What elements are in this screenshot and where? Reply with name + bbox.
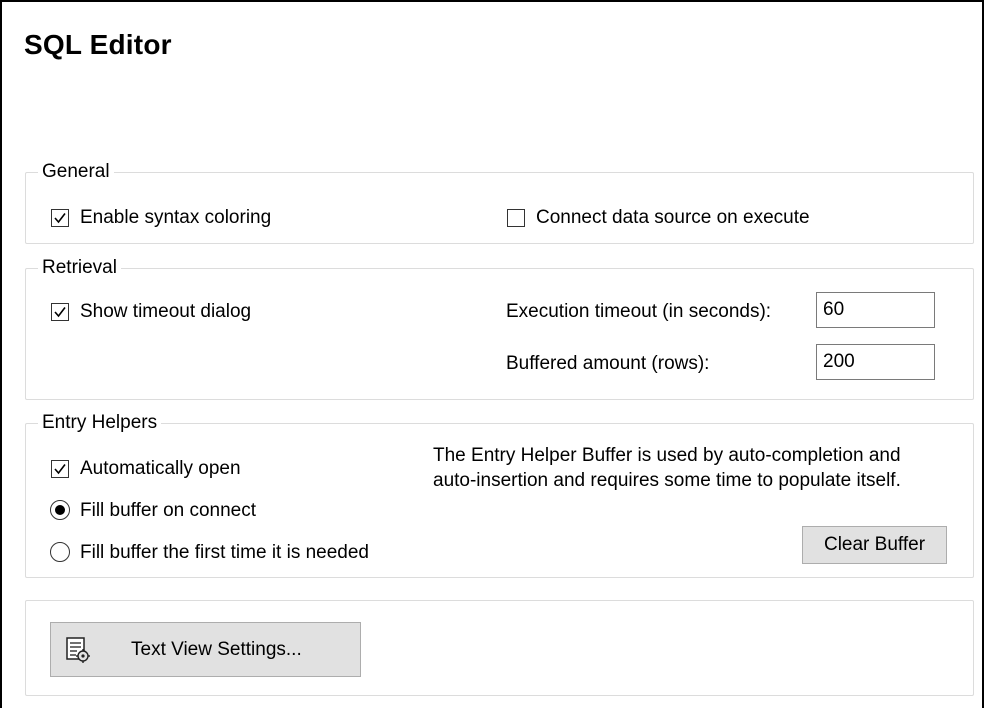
- enable-syntax-coloring-checkbox[interactable]: [51, 209, 69, 227]
- fill-first-time-label[interactable]: Fill buffer the first time it is needed: [80, 542, 369, 564]
- retrieval-legend: Retrieval: [38, 257, 121, 279]
- automatically-open-label[interactable]: Automatically open: [80, 458, 241, 480]
- text-settings-icon: [65, 636, 91, 664]
- entry-helpers-legend: Entry Helpers: [38, 412, 162, 434]
- enable-syntax-coloring-label[interactable]: Enable syntax coloring: [80, 207, 271, 229]
- execution-timeout-input[interactable]: 60: [816, 292, 935, 328]
- fill-first-time-radio[interactable]: [50, 542, 70, 562]
- fill-on-connect-label[interactable]: Fill buffer on connect: [80, 500, 256, 522]
- window-border-left: [0, 0, 2, 708]
- fill-on-connect-radio[interactable]: [50, 500, 70, 520]
- general-legend: General: [38, 161, 114, 183]
- text-view-settings-button[interactable]: Text View Settings...: [50, 622, 361, 677]
- retrieval-group: Retrieval: [25, 257, 974, 400]
- checkmark-icon: [54, 307, 66, 318]
- show-timeout-dialog-label[interactable]: Show timeout dialog: [80, 301, 251, 323]
- buffered-amount-input[interactable]: 200: [816, 344, 935, 380]
- execution-timeout-label: Execution timeout (in seconds):: [506, 301, 772, 322]
- entry-helper-description-line1: The Entry Helper Buffer is used by auto-…: [433, 445, 901, 466]
- page-title: SQL Editor: [24, 29, 172, 60]
- show-timeout-dialog-checkbox[interactable]: [51, 303, 69, 321]
- automatically-open-checkbox[interactable]: [51, 460, 69, 478]
- window-border-top: [0, 0, 984, 2]
- entry-helper-description-line2: auto-insertion and requires some time to…: [433, 470, 901, 491]
- radio-selected-dot: [55, 505, 65, 515]
- checkmark-icon: [54, 464, 66, 475]
- checkmark-icon: [54, 213, 66, 224]
- buffered-amount-label: Buffered amount (rows):: [506, 353, 710, 374]
- connect-on-execute-checkbox[interactable]: [507, 209, 525, 227]
- clear-buffer-button[interactable]: Clear Buffer: [802, 526, 947, 564]
- connect-on-execute-label[interactable]: Connect data source on execute: [536, 207, 810, 229]
- text-view-settings-label: Text View Settings...: [131, 639, 302, 660]
